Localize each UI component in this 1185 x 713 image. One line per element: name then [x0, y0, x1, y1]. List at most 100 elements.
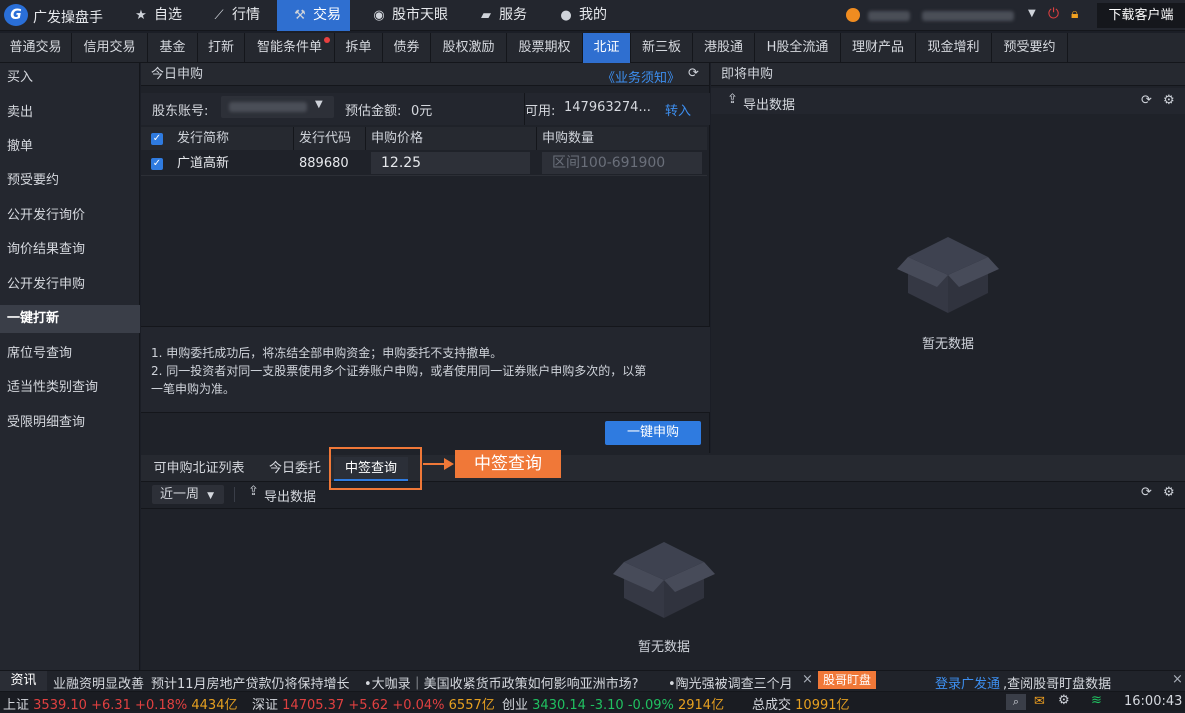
index-shenzhen[interactable]: 深证 14705.37 +5.62 +0.04% 6557亿	[252, 694, 495, 713]
callout-arrow-icon	[444, 458, 454, 470]
refresh-icon[interactable]: ⟳	[688, 66, 699, 81]
news-item[interactable]: •大咖录｜美国收紧货币政策如何影响亚洲市场?	[364, 673, 639, 692]
nav-mine[interactable]: ● 我的	[557, 0, 607, 31]
redacted-username	[868, 11, 910, 21]
top-bar: G 广发操盘手 ★ 自选 ⟋ 行情 ⚒ 交易 ◉ 股市天眼 ▰ 服务 ● 我的 ▼ ⏻ 🔒︎…	[0, 0, 1185, 31]
download-client-button[interactable]: 下载客户端	[1097, 3, 1185, 28]
upcoming-export-link[interactable]: 导出数据	[743, 94, 795, 113]
select-all-checkbox[interactable]: ✓	[151, 133, 163, 145]
empty-text: 暂无数据	[638, 640, 691, 655]
sidebar-item[interactable]: 公开发行询价	[0, 202, 140, 230]
sub-nav: 普通交易 信用交易 基金 打新 智能条件单 拆单 债券 股权激励 股票期权 北证…	[0, 33, 1185, 63]
star-icon: ★	[135, 8, 147, 23]
tab-bse-list[interactable]: 可申购北证列表	[147, 457, 251, 481]
transfer-in-link[interactable]: 转入	[665, 100, 691, 119]
note-line: 2. 同一投资者对同一支股票使用多个证券账户申购，或者使用同一证券账户申购多次的…	[151, 364, 647, 378]
briefcase-icon: ▰	[481, 8, 491, 23]
bottom-export-link[interactable]: 导出数据	[264, 486, 316, 505]
estimate-label: 预估金额:	[345, 104, 402, 119]
chevron-down-icon[interactable]: ▼	[1028, 8, 1036, 19]
subnav-item[interactable]: 股权激励	[431, 33, 507, 63]
subnav-item[interactable]: 债券	[383, 33, 431, 63]
settings-gear-icon[interactable]: ⚙	[1163, 485, 1175, 500]
mail-icon[interactable]: ✉	[1034, 694, 1045, 709]
nav-watchlist[interactable]: ★ 自选	[132, 0, 182, 31]
nav-market[interactable]: ⟋ 行情	[210, 0, 260, 31]
login-link[interactable]: 登录广发通	[935, 673, 1000, 692]
period-select[interactable]: 近一周 ▼	[152, 485, 224, 504]
user-avatar-icon[interactable]	[846, 8, 860, 22]
news-item[interactable]: 预计11月房地产贷款仍将保持增长	[151, 673, 350, 692]
lock-icon[interactable]: 🔒︎	[1071, 6, 1078, 22]
subnav-item-active[interactable]: 北证	[583, 33, 631, 63]
row-checkbox[interactable]: ✓	[151, 158, 163, 170]
nav-service[interactable]: ▰ 服务	[477, 0, 527, 31]
subnav-item[interactable]: 打新	[198, 33, 245, 63]
subnav-item[interactable]: H股全流通	[755, 33, 841, 63]
news-item[interactable]: 业融资明显改善	[53, 673, 144, 692]
search-icon[interactable]: ⌕	[1006, 694, 1026, 710]
index-shanghai[interactable]: 上证 3539.10 +6.31 +0.18% 4434亿	[3, 694, 237, 713]
sidebar-item[interactable]: 公开发行申购	[0, 271, 140, 299]
export-icon[interactable]: ⇪	[248, 484, 259, 499]
status-bar: 上证 3539.10 +6.31 +0.18% 4434亿 深证 14705.3…	[0, 691, 1185, 713]
sidebar-item[interactable]: 买入	[0, 64, 140, 92]
chevron-down-icon: ▼	[315, 99, 323, 110]
quantity-input[interactable]: 区间100-691900	[542, 152, 702, 174]
user-icon: ●	[560, 8, 572, 23]
nav-trade[interactable]: ⚒ 交易	[277, 0, 350, 31]
sidebar-item-active[interactable]: 一键打新	[0, 305, 140, 333]
subnav-item[interactable]: 港股通	[693, 33, 755, 63]
power-icon[interactable]: ⏻	[1048, 6, 1059, 22]
one-click-subscribe-button[interactable]: 一键申购	[605, 421, 701, 445]
account-label: 股东账号:	[152, 104, 209, 119]
notice-link[interactable]: 《业务须知》	[602, 67, 680, 86]
subnav-item[interactable]: 新三板	[631, 33, 693, 63]
settings-gear-icon[interactable]: ⚙	[1163, 93, 1175, 108]
subnav-item[interactable]: 股票期权	[507, 33, 583, 63]
subnav-item[interactable]: 拆单	[335, 33, 383, 63]
sidebar-item[interactable]: 预受要约	[0, 167, 140, 195]
app-logo: G	[4, 4, 28, 26]
subnav-item[interactable]: 信用交易	[72, 33, 148, 63]
stock-brother-tag[interactable]: 股哥盯盘	[818, 671, 876, 689]
tab-today-orders[interactable]: 今日委托	[262, 457, 328, 481]
estimate-value: 0元	[411, 104, 433, 119]
subnav-item[interactable]: 基金	[148, 33, 198, 63]
stock-code: 889680	[299, 156, 349, 171]
sidebar-item[interactable]: 卖出	[0, 99, 140, 127]
account-select[interactable]: ▼	[221, 96, 334, 118]
subnav-item[interactable]: 普通交易	[0, 33, 72, 63]
subnav-item[interactable]: 现金增利	[916, 33, 992, 63]
index-chinext[interactable]: 创业 3430.14 -3.10 -0.09% 2914亿	[502, 694, 724, 713]
stock-name: 广道高新	[177, 156, 230, 171]
today-panel-title: 今日申购	[151, 67, 204, 82]
sidebar-item[interactable]: 询价结果查询	[0, 236, 140, 264]
eye-icon: ◉	[373, 8, 385, 23]
sidebar-item[interactable]: 适当性类别查询	[0, 374, 140, 402]
sidebar-item[interactable]: 撤单	[0, 133, 140, 161]
subnav-item[interactable]: 智能条件单	[245, 33, 335, 63]
chart-icon: ⟋	[214, 8, 224, 23]
nav-skyeye[interactable]: ◉ 股市天眼	[370, 0, 448, 31]
notification-dot	[324, 37, 330, 43]
subnav-item[interactable]: 理财产品	[841, 33, 916, 63]
refresh-icon[interactable]: ⟳	[1141, 485, 1152, 500]
subnav-item[interactable]: 预受要约	[992, 33, 1068, 63]
sidebar-item[interactable]: 席位号查询	[0, 340, 140, 368]
column-header: 发行简称	[177, 131, 230, 146]
redacted-account	[922, 11, 1014, 21]
price-input[interactable]: 12.25	[371, 152, 530, 174]
news-item[interactable]: •陶光强被调查三个月	[668, 673, 793, 692]
settings-gear-icon[interactable]: ⚙	[1058, 693, 1070, 708]
today-panel: 今日申购 《业务须知》 ⟳ 股东账号: ▼ 预估金额: 0元 可用: 14796…	[141, 63, 710, 453]
sidebar-item[interactable]: 受限明细查询	[0, 409, 140, 437]
close-icon[interactable]: ×	[1172, 672, 1183, 687]
notes-area: 1. 申购委托成功后，将冻结全部申购资金；申购委托不支持撤单。 2. 同一投资者…	[141, 326, 710, 413]
export-icon[interactable]: ⇪	[727, 92, 738, 107]
table-header: ✓ 发行简称 发行代码 申购价格 申购数量	[141, 127, 707, 150]
close-icon[interactable]: ×	[802, 672, 813, 687]
redacted-account-number	[229, 102, 307, 112]
callout-highlight-box	[329, 447, 422, 490]
refresh-icon[interactable]: ⟳	[1141, 93, 1152, 108]
